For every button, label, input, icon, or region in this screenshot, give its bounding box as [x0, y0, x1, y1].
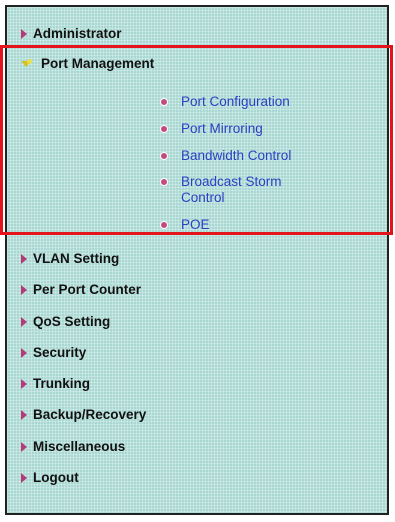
menu-item-label: Logout	[33, 470, 79, 485]
menu-item-label: Miscellaneous	[33, 439, 126, 454]
arrow-right-icon	[21, 347, 27, 358]
arrow-right-icon	[21, 378, 27, 389]
highlight-box	[0, 45, 393, 235]
menu-item-security[interactable]: Security	[21, 345, 86, 360]
menu-item-label: VLAN Setting	[33, 251, 120, 266]
menu-item-backup-recovery[interactable]: Backup/Recovery	[21, 407, 146, 422]
arrow-right-icon	[21, 284, 27, 295]
menu-item-vlan-setting[interactable]: VLAN Setting	[21, 251, 119, 266]
arrow-right-icon	[21, 28, 27, 39]
menu-item-label: Security	[33, 345, 87, 360]
menu-item-miscellaneous[interactable]: Miscellaneous	[21, 439, 125, 454]
menu-item-trunking[interactable]: Trunking	[21, 376, 90, 391]
arrow-right-icon	[21, 472, 27, 483]
arrow-right-icon	[21, 316, 27, 327]
menu-item-label: Backup/Recovery	[33, 407, 147, 422]
menu-item-logout[interactable]: Logout	[21, 470, 79, 485]
menu-item-qos-setting[interactable]: QoS Setting	[21, 314, 110, 329]
arrow-right-icon	[21, 409, 27, 420]
menu-item-per-port-counter[interactable]: Per Port Counter	[21, 282, 141, 297]
menu-item-label: QoS Setting	[33, 314, 111, 329]
arrow-right-icon	[21, 441, 27, 452]
arrow-right-icon	[21, 253, 27, 264]
menu-item-label: Trunking	[33, 376, 90, 391]
menu-item-label: Administrator	[33, 26, 122, 41]
menu-item-label: Per Port Counter	[33, 282, 142, 297]
menu-item-administrator[interactable]: Administrator	[21, 26, 122, 41]
